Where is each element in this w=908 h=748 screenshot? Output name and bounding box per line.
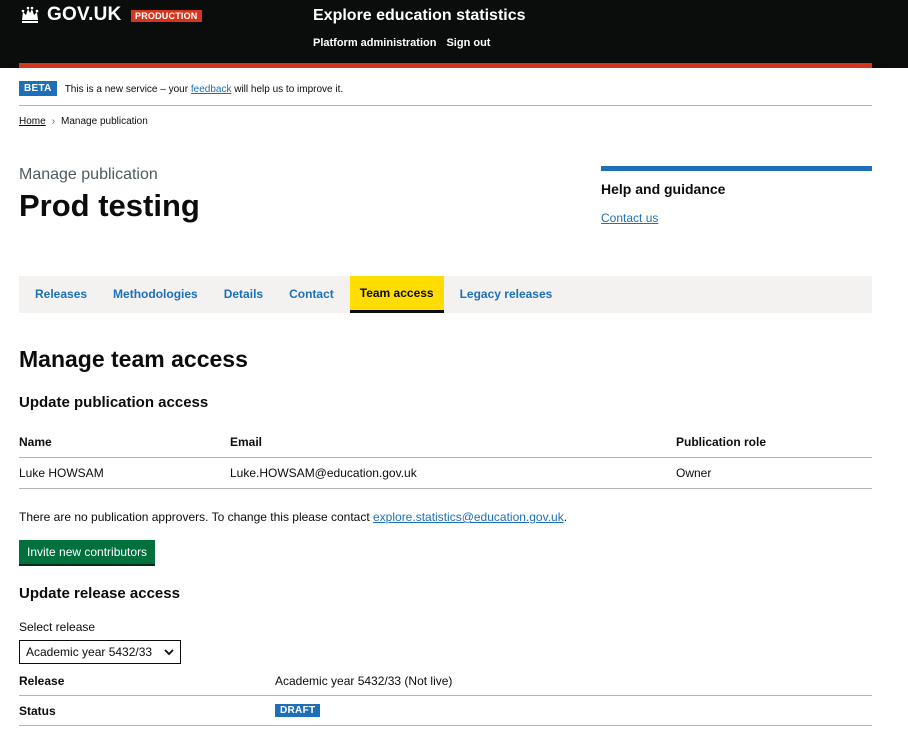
- cell-name: Luke HOWSAM: [19, 466, 104, 480]
- column-header-email: Email: [230, 435, 263, 449]
- select-release-label: Select release: [19, 620, 96, 634]
- beta-text-after: will help us to improve it.: [231, 84, 344, 95]
- publication-access-heading: Update publication access: [19, 394, 209, 411]
- header-accent-bar: [19, 63, 872, 68]
- note-text: There are no publication approvers. To c…: [19, 510, 373, 524]
- nav-platform-administration[interactable]: Platform administration: [313, 37, 436, 49]
- invite-contributors-button[interactable]: Invite new contributors: [19, 540, 156, 564]
- status-badge: DRAFT: [275, 704, 321, 717]
- cell-role: Owner: [676, 466, 712, 480]
- help-heading: Help and guidance: [601, 181, 726, 197]
- beta-banner: BETA This is a new service – your feedba…: [19, 81, 872, 106]
- publication-access-table: Name Email Publication role Luke HOWSAM …: [19, 427, 872, 489]
- table-row: Luke HOWSAM Luke.HOWSAM@education.gov.uk…: [19, 458, 872, 489]
- tab-details[interactable]: Details: [214, 276, 273, 313]
- release-access-heading: Update release access: [19, 585, 180, 602]
- table-header-row: Name Email Publication role: [19, 427, 872, 458]
- release-summary: Release Academic year 5432/33 (Not live)…: [19, 666, 872, 726]
- breadcrumb-current: Manage publication: [61, 116, 148, 127]
- beta-text: This is a new service – your feedback wi…: [65, 84, 343, 95]
- beta-tag: BETA: [19, 81, 57, 96]
- summary-row-release: Release Academic year 5432/33 (Not live): [19, 666, 872, 696]
- note-end: .: [563, 510, 568, 524]
- service-name[interactable]: Explore education statistics: [313, 7, 526, 25]
- contact-email-link[interactable]: explore.statistics@education.gov.uk: [373, 510, 564, 524]
- header-nav: Platform administration Sign out: [313, 37, 490, 49]
- page-caption: Manage publication: [19, 166, 158, 183]
- column-header-name: Name: [19, 435, 52, 449]
- section-heading: Manage team access: [19, 346, 248, 372]
- publication-tabs: Releases Methodologies Details Contact T…: [19, 276, 872, 313]
- govuk-logo[interactable]: GOV.UK: [19, 4, 121, 26]
- logo-text: GOV.UK: [47, 4, 122, 25]
- cell-email: Luke.HOWSAM@education.gov.uk: [230, 466, 417, 480]
- feedback-link[interactable]: feedback: [191, 84, 232, 95]
- contact-us-link[interactable]: Contact us: [601, 211, 658, 225]
- breadcrumb-home[interactable]: Home: [19, 116, 46, 127]
- crown-icon: [21, 6, 39, 23]
- chevron-right-icon: ›: [51, 116, 56, 127]
- approvers-note: There are no publication approvers. To c…: [19, 510, 567, 524]
- column-header-role: Publication role: [676, 435, 767, 449]
- summary-value-release: Academic year 5432/33 (Not live): [275, 673, 453, 688]
- help-panel: Help and guidance Contact us: [601, 166, 872, 227]
- tab-legacy-releases[interactable]: Legacy releases: [450, 276, 563, 313]
- page-title: Prod testing: [19, 188, 200, 223]
- beta-text-before: This is a new service – your: [64, 84, 191, 95]
- summary-key-release: Release: [19, 673, 65, 688]
- breadcrumb: Home › Manage publication: [19, 116, 148, 127]
- release-select[interactable]: Academic year 5432/33: [19, 640, 181, 664]
- nav-sign-out[interactable]: Sign out: [446, 37, 490, 49]
- chevron-down-icon: [164, 649, 174, 656]
- release-select-value: Academic year 5432/33: [26, 645, 153, 659]
- tab-contact[interactable]: Contact: [279, 276, 344, 313]
- tab-team-access[interactable]: Team access: [349, 276, 444, 313]
- tab-releases[interactable]: Releases: [25, 276, 97, 313]
- site-header: GOV.UK PRODUCTION Explore education stat…: [0, 0, 908, 68]
- tab-methodologies[interactable]: Methodologies: [103, 276, 208, 313]
- summary-row-status: Status DRAFT: [19, 696, 872, 726]
- environment-tag: PRODUCTION: [131, 10, 202, 22]
- summary-key-status: Status: [19, 703, 56, 718]
